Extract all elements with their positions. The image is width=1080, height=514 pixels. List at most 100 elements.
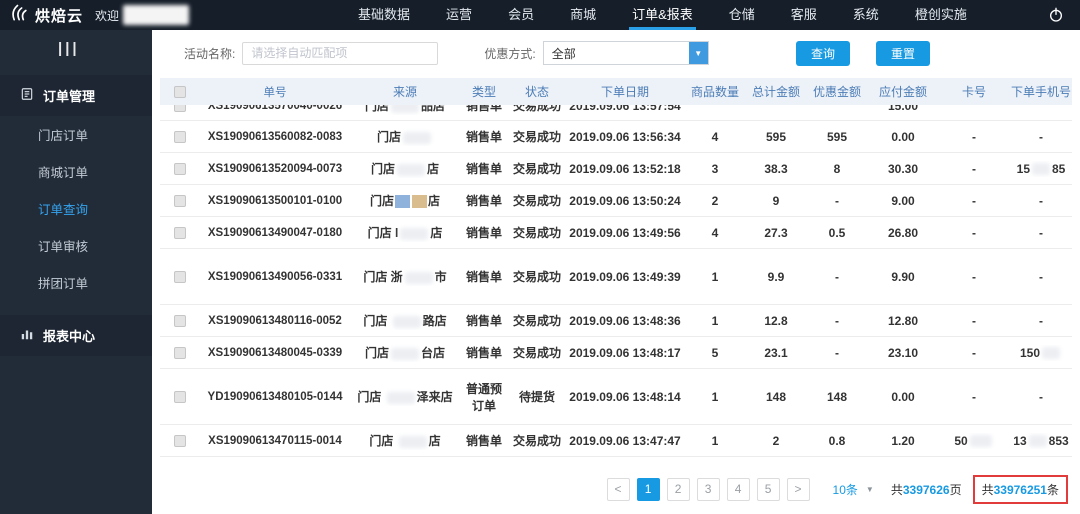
row-checkbox[interactable] — [174, 163, 186, 176]
row-checkbox[interactable] — [174, 227, 186, 240]
page-button-1[interactable]: 1 — [636, 478, 660, 501]
col-header-discount-amount[interactable]: 优惠金额 — [806, 82, 868, 101]
chevron-down-icon: ▼ — [688, 42, 708, 64]
nav-item-base-data[interactable]: 基础数据 — [355, 0, 413, 30]
page-button-5[interactable]: 5 — [756, 478, 780, 501]
next-page-button[interactable]: > — [786, 478, 810, 501]
power-icon[interactable] — [1048, 7, 1064, 23]
row-checkbox[interactable] — [174, 271, 186, 284]
redacted-blur — [1028, 435, 1047, 448]
redacted-blur — [400, 227, 429, 240]
sidebar-item-store-orders[interactable]: 门店订单 — [0, 116, 152, 153]
sidebar: ||| 订单管理 门店订单 商城订单 订单查询 订单审核 拼团订单 报表中心 — [0, 30, 152, 514]
nav-item-mall[interactable]: 商城 — [567, 0, 599, 30]
page-size-value: 10条 — [832, 483, 858, 497]
col-header-status[interactable]: 状态 — [508, 82, 566, 101]
source-cell: 门店店 — [370, 162, 440, 176]
col-header-card-number[interactable]: 卡号 — [938, 82, 1010, 101]
redacted-blur — [391, 105, 419, 113]
order-status: 交易成功 — [512, 130, 561, 144]
source-cell: 门店 浙市 — [363, 270, 447, 284]
discount-amount: - — [835, 193, 839, 208]
card-number-cell: - — [972, 225, 976, 240]
order-status: 交易成功 — [512, 105, 561, 113]
collapse-menu-icon[interactable]: ||| — [0, 30, 152, 61]
redacted-blur — [1042, 347, 1061, 360]
activity-name-input[interactable] — [242, 41, 439, 65]
row-checkbox[interactable] — [174, 315, 186, 328]
order-status: 待提货 — [518, 390, 555, 404]
sidebar-section-report-center[interactable]: 报表中心 — [0, 315, 152, 356]
nav-item-customer-service[interactable]: 客服 — [788, 0, 820, 30]
order-number: XS19090613490056-0331 — [207, 270, 343, 283]
orders-table: 单号 来源 类型 状态 下单日期 商品数量 总计金额 优惠金额 应付金额 卡号 … — [160, 78, 1072, 457]
search-button[interactable]: 查询 — [796, 40, 850, 66]
total-amount: 38.3 — [764, 161, 788, 176]
product-quantity: 1 — [711, 269, 719, 284]
nav-item-warehouse[interactable]: 仓储 — [726, 0, 758, 30]
username-redacted — [123, 5, 190, 25]
row-checkbox[interactable] — [174, 195, 186, 208]
sidebar-section-label: 报表中心 — [43, 329, 96, 344]
nav-item-orders-reports[interactable]: 订单&报表 — [629, 0, 696, 30]
total-amount: 148 — [765, 389, 787, 404]
reset-button[interactable]: 重置 — [876, 40, 930, 66]
col-header-type[interactable]: 类型 — [460, 82, 508, 101]
phone-number-cell: - — [1039, 129, 1043, 144]
col-header-order-date[interactable]: 下单日期 — [566, 82, 684, 101]
payable-amount: 9.00 — [891, 193, 915, 208]
col-header-phone-number[interactable]: 下单手机号 — [1010, 82, 1072, 101]
page-button-3[interactable]: 3 — [696, 478, 720, 501]
nav-item-member[interactable]: 会员 — [505, 0, 537, 30]
prev-page-button[interactable]: < — [606, 478, 630, 501]
card-number-cell: - — [972, 161, 976, 176]
redacted-blur — [397, 163, 425, 176]
product-quantity: 2 — [711, 193, 719, 208]
order-number: XS19090613500101-0100 — [207, 194, 343, 207]
page-button-4[interactable]: 4 — [726, 478, 750, 501]
total-pages-text: 共3397626页 — [890, 483, 962, 497]
discount-amount: 8 — [833, 161, 841, 176]
col-header-quantity[interactable]: 商品数量 — [684, 82, 746, 101]
table-row: YD19090613480105-0144 门店 泽来店 普通预订单 待提货 2019.… — [160, 369, 1072, 425]
phone-number-cell: 150 — [1010, 345, 1072, 361]
order-date: 2019.09.06 13:57:54 — [569, 105, 681, 113]
order-status: 交易成功 — [512, 346, 561, 360]
discount-amount — [806, 105, 868, 107]
payable-amount: 30.30 — [887, 161, 919, 176]
col-header-total-amount[interactable]: 总计金额 — [746, 82, 806, 101]
row-checkbox[interactable] — [174, 347, 186, 360]
page-button-2[interactable]: 2 — [666, 478, 690, 501]
row-checkbox[interactable] — [174, 391, 186, 404]
discount-type-label: 优惠方式: — [484, 46, 536, 61]
order-type: 销售单 — [465, 434, 502, 448]
header-checkbox[interactable] — [174, 86, 186, 99]
sidebar-item-group-orders[interactable]: 拼团订单 — [0, 264, 152, 301]
col-header-order-number[interactable]: 单号 — [200, 83, 350, 101]
order-status: 交易成功 — [512, 162, 561, 176]
card-number-cell — [938, 105, 1010, 107]
table-row: XS19090613490047-0180 门店 l 店 销售单 交易成功 2019.09… — [160, 217, 1072, 249]
row-checkbox[interactable] — [174, 435, 186, 448]
order-number: XS19090613520094-0073 — [207, 162, 343, 175]
row-checkbox[interactable] — [174, 105, 186, 113]
row-checkbox[interactable] — [174, 131, 186, 144]
order-number: XS19090613570040-0026 — [207, 105, 343, 112]
sidebar-item-mall-orders[interactable]: 商城订单 — [0, 153, 152, 190]
sidebar-item-order-query[interactable]: 订单查询 — [0, 190, 152, 227]
col-header-source[interactable]: 来源 — [350, 82, 460, 101]
redacted-blur — [392, 315, 421, 328]
col-header-payable-amount[interactable]: 应付金额 — [868, 82, 938, 101]
table-header: 单号 来源 类型 状态 下单日期 商品数量 总计金额 优惠金额 应付金额 卡号 … — [160, 78, 1072, 105]
payable-amount: 0.00 — [891, 389, 915, 404]
order-date: 2019.09.06 13:48:36 — [569, 313, 681, 328]
sidebar-item-order-audit[interactable]: 订单审核 — [0, 227, 152, 264]
redacted-blur — [969, 435, 992, 448]
nav-item-implementation[interactable]: 橙创实施 — [912, 0, 970, 30]
sidebar-section-order-management[interactable]: 订单管理 — [0, 75, 152, 116]
phone-number-cell: 15 85 — [1016, 161, 1066, 176]
discount-type-select[interactable]: 全部 ▼ — [542, 41, 709, 65]
page-size-select[interactable]: 10条 ▼ — [833, 481, 874, 498]
nav-item-system[interactable]: 系统 — [850, 0, 882, 30]
nav-item-operation[interactable]: 运营 — [443, 0, 475, 30]
